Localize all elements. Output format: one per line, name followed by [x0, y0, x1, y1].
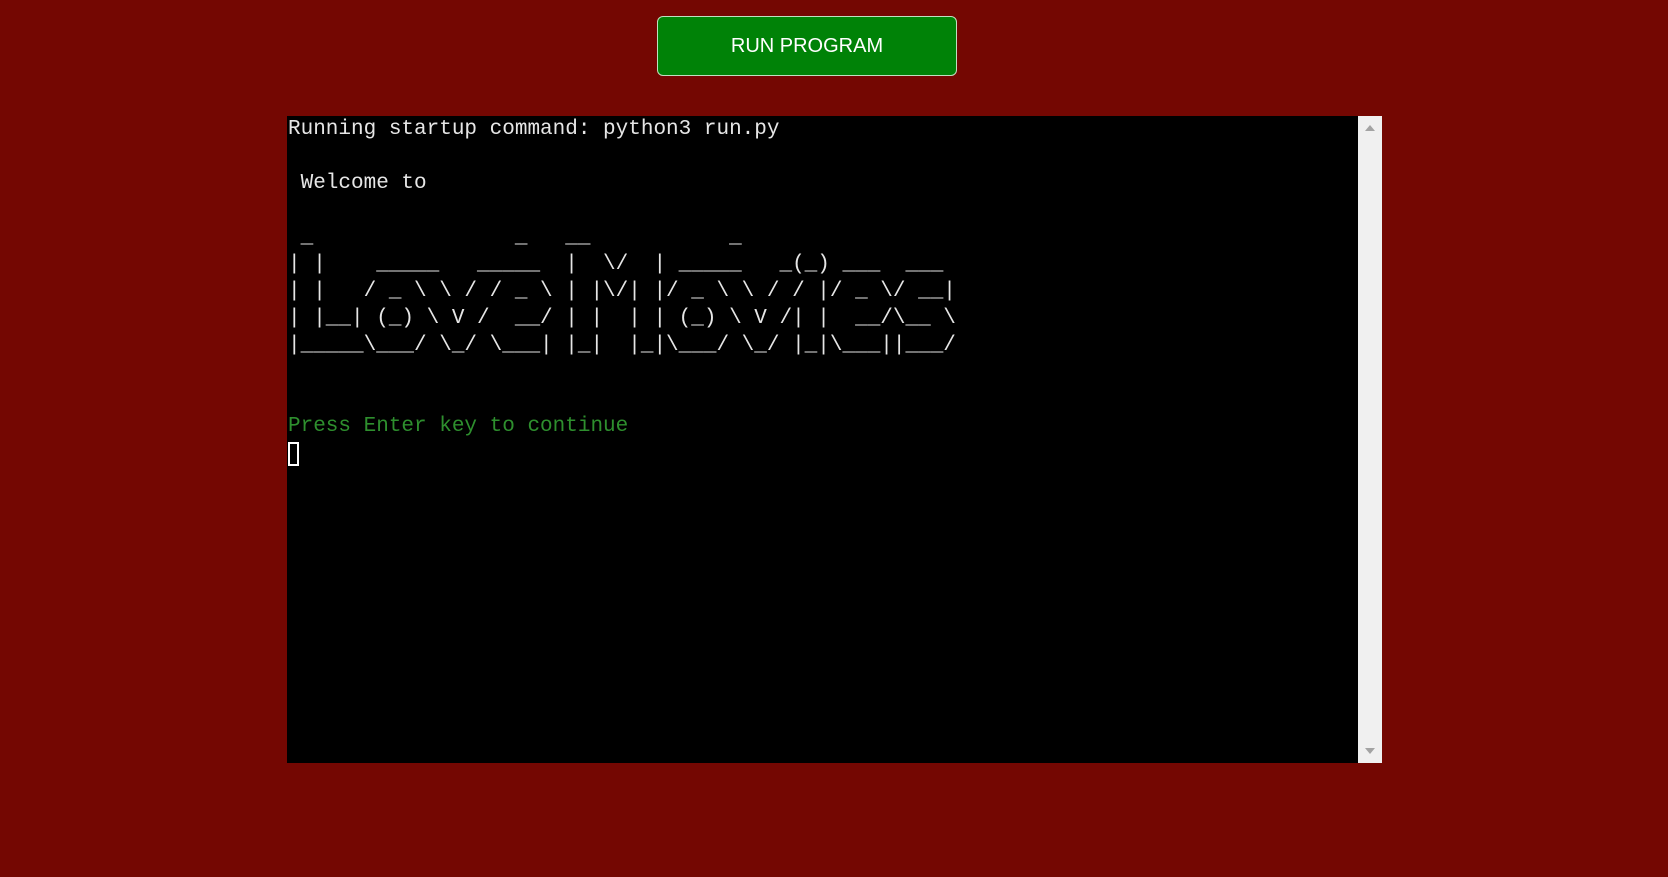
ascii-art-line-1: _ _ __ _	[288, 226, 742, 249]
terminal-scrollbar[interactable]	[1358, 116, 1382, 763]
ascii-art-line-5: |_____\___/ \_/ \___| |_| |_|\___/ \_/ |…	[288, 334, 956, 357]
press-enter-prompt: Press Enter key to continue	[288, 415, 629, 438]
terminal-window[interactable]: Running startup command: python3 run.py …	[287, 116, 1382, 763]
terminal-line-startup: Running startup command: python3 run.py	[288, 118, 780, 141]
ascii-art-line-3: | | / _ \ \ / / _ \ | |\/| |/ _ \ \ / / …	[288, 280, 956, 303]
scroll-down-icon[interactable]	[1365, 748, 1375, 754]
scroll-up-icon[interactable]	[1365, 125, 1375, 131]
run-program-button[interactable]: RUN PROGRAM	[657, 16, 957, 76]
ascii-art-line-4: | |__| (_) \ V / __/ | | | | (_) \ V /| …	[288, 307, 956, 330]
terminal-cursor	[288, 442, 299, 466]
terminal-output: Running startup command: python3 run.py …	[288, 116, 1356, 763]
terminal-line-welcome: Welcome to	[288, 172, 427, 195]
page: RUN PROGRAM Running startup command: pyt…	[0, 0, 1668, 877]
input-line[interactable]	[288, 440, 1356, 467]
ascii-art-line-2: | | _____ _____ | \/ | _____ _(_) ___ __…	[288, 253, 944, 276]
